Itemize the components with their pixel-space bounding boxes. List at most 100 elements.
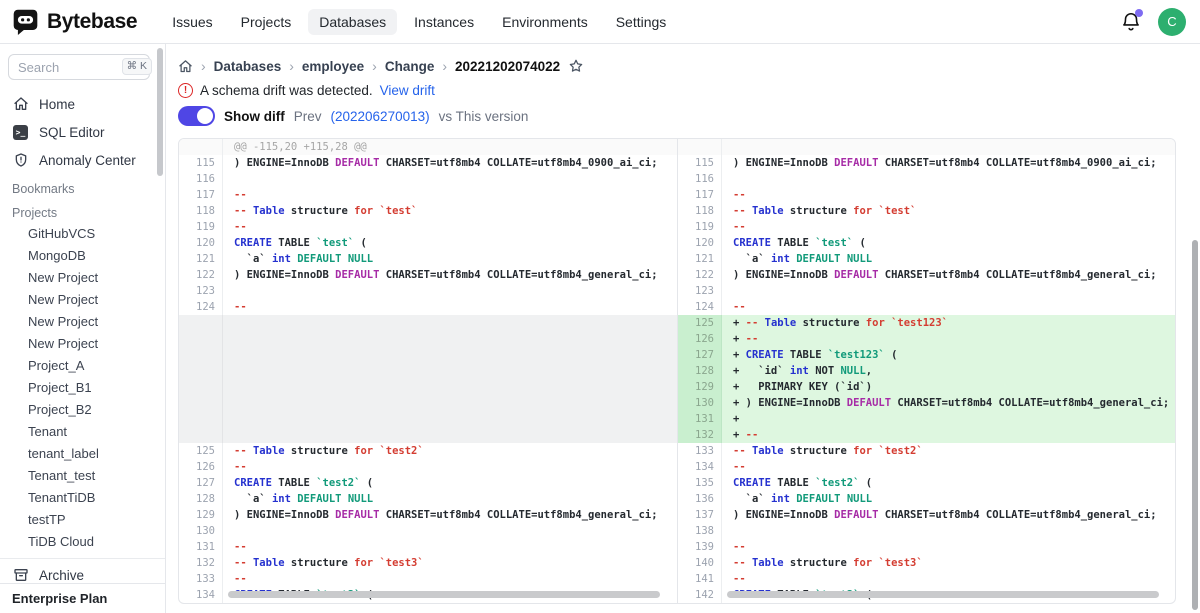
line-number: 117: [179, 187, 223, 203]
code-line: [223, 347, 677, 363]
line-number: 120: [179, 235, 223, 251]
code-line: --: [223, 219, 677, 235]
nav-item-instances[interactable]: Instances: [403, 9, 485, 35]
show-diff-toggle[interactable]: [178, 106, 215, 126]
sidebar-project-item[interactable]: Project_B1: [0, 377, 165, 399]
line-number: 129: [179, 507, 223, 523]
code-line: @@ -115,20 +115,28 @@: [223, 139, 677, 155]
sidebar-scrollbar[interactable]: [157, 48, 163, 176]
sidebar-project-item[interactable]: GitHubVCS: [0, 223, 165, 245]
code-line: -- Table structure for `test2`: [223, 443, 677, 459]
line-number: 135: [678, 475, 722, 491]
code-line: + `id` int NOT NULL,: [722, 363, 1175, 379]
diff-row: 136 `a` int DEFAULT NULL: [678, 491, 1175, 507]
line-number: 130: [179, 523, 223, 539]
prev-version-link[interactable]: (202206270013): [331, 109, 430, 124]
page-scrollbar[interactable]: [1192, 240, 1198, 610]
alert-text: A schema drift was detected.: [200, 83, 373, 98]
diff-row: 123: [179, 283, 677, 299]
sidebar-project-item[interactable]: Tenant: [0, 421, 165, 443]
line-number: 121: [179, 251, 223, 267]
code-line: ) ENGINE=InnoDB DEFAULT CHARSET=utf8mb4 …: [722, 155, 1175, 171]
avatar[interactable]: C: [1158, 8, 1186, 36]
sidebar-project-item[interactable]: New Project: [0, 333, 165, 355]
sidebar-project-item[interactable]: MongoDB: [0, 245, 165, 267]
line-number: 131: [678, 411, 722, 427]
diff-row: 120CREATE TABLE `test` (: [678, 235, 1175, 251]
breadcrumb-employee[interactable]: employee: [302, 59, 364, 74]
sidebar-item-home[interactable]: Home: [0, 92, 165, 116]
plan-label: Enterprise Plan: [0, 583, 165, 613]
code-line: [223, 379, 677, 395]
breadcrumb-change[interactable]: Change: [385, 59, 435, 74]
diff-row: 117--: [179, 187, 677, 203]
diff-row: 116: [678, 171, 1175, 187]
nav-item-projects[interactable]: Projects: [230, 9, 303, 35]
bookmark-star-icon[interactable]: [568, 58, 584, 74]
diff-row: 126--: [179, 459, 677, 475]
diff-added-row: 131+: [678, 411, 1175, 427]
diff-gap-row: [179, 315, 677, 331]
code-line: -- Table structure for `test3`: [722, 555, 1175, 571]
view-drift-link[interactable]: View drift: [380, 83, 435, 98]
main-content: › Databases › employee › Change › 202212…: [167, 44, 1200, 613]
sidebar-item-sql-editor[interactable]: >_ SQL Editor: [0, 120, 165, 144]
breadcrumb-separator: ›: [442, 58, 447, 74]
code-line: `a` int DEFAULT NULL: [722, 251, 1175, 267]
code-line: + CREATE TABLE `test123` (: [722, 347, 1175, 363]
code-line: -- Table structure for `test2`: [722, 443, 1175, 459]
horizontal-scrollbar-left[interactable]: [228, 591, 660, 598]
diff-row: 141--: [678, 571, 1175, 587]
horizontal-scrollbar-right[interactable]: [727, 591, 1159, 598]
diff-added-row: 128+ `id` int NOT NULL,: [678, 363, 1175, 379]
code-line: + --: [722, 331, 1175, 347]
section-projects: Projects: [0, 203, 165, 223]
line-number: 128: [678, 363, 722, 379]
line-number: 128: [179, 491, 223, 507]
diff-gap-row: [179, 379, 677, 395]
nav-item-databases[interactable]: Databases: [308, 9, 397, 35]
nav-item-environments[interactable]: Environments: [491, 9, 599, 35]
brand[interactable]: Bytebase: [12, 8, 137, 35]
sidebar-project-item[interactable]: TenantTiDB: [0, 487, 165, 509]
code-line: `a` int DEFAULT NULL: [223, 251, 677, 267]
code-line: + --: [722, 427, 1175, 443]
sidebar-project-item[interactable]: Project_B2: [0, 399, 165, 421]
sidebar-project-item[interactable]: TiDB Cloud: [0, 531, 165, 553]
code-line: CREATE TABLE `test` (: [722, 235, 1175, 251]
sidebar-project-item[interactable]: New Project: [0, 311, 165, 333]
diff-row: 133--: [179, 571, 677, 587]
code-line: CREATE TABLE `test2` (: [223, 475, 677, 491]
breadcrumb: › Databases › employee › Change › 202212…: [178, 58, 584, 74]
diff-row: 129) ENGINE=InnoDB DEFAULT CHARSET=utf8m…: [179, 507, 677, 523]
sidebar-project-item[interactable]: Project_A: [0, 355, 165, 377]
line-number: 116: [179, 171, 223, 187]
line-number: 133: [179, 571, 223, 587]
top-navbar: Bytebase Issues Projects Databases Insta…: [0, 0, 1200, 44]
breadcrumb-databases[interactable]: Databases: [214, 59, 282, 74]
diff-row: 121 `a` int DEFAULT NULL: [179, 251, 677, 267]
sidebar-project-item[interactable]: New Project: [0, 289, 165, 311]
sidebar-project-item[interactable]: tenant_label: [0, 443, 165, 465]
sidebar-item-anomaly-center[interactable]: Anomaly Center: [0, 148, 165, 172]
breadcrumb-home-icon[interactable]: [178, 59, 193, 74]
bytebase-logo-icon: [12, 8, 39, 35]
code-line: --: [722, 187, 1175, 203]
code-line: -- Table structure for `test3`: [223, 555, 677, 571]
diff-row: 120CREATE TABLE `test` (: [179, 235, 677, 251]
diff-row: 118-- Table structure for `test`: [179, 203, 677, 219]
nav-item-settings[interactable]: Settings: [605, 9, 678, 35]
diff-row: 121 `a` int DEFAULT NULL: [678, 251, 1175, 267]
diff-row: 128 `a` int DEFAULT NULL: [179, 491, 677, 507]
sidebar-project-item[interactable]: testTP: [0, 509, 165, 531]
sidebar-project-item[interactable]: Tenant_test: [0, 465, 165, 487]
nav-item-issues[interactable]: Issues: [161, 9, 223, 35]
code-line: [223, 523, 677, 539]
sidebar-project-item[interactable]: New Project: [0, 267, 165, 289]
notifications-bell-icon[interactable]: [1120, 11, 1142, 33]
code-line: ) ENGINE=InnoDB DEFAULT CHARSET=utf8mb4 …: [722, 267, 1175, 283]
line-number: 134: [179, 587, 223, 603]
diff-column-previous: @@ -115,20 +115,28 @@115) ENGINE=InnoDB …: [179, 139, 677, 603]
diff-hunk-row: @@ -115,20 +115,28 @@: [179, 139, 677, 155]
diff-gap-row: [179, 411, 677, 427]
